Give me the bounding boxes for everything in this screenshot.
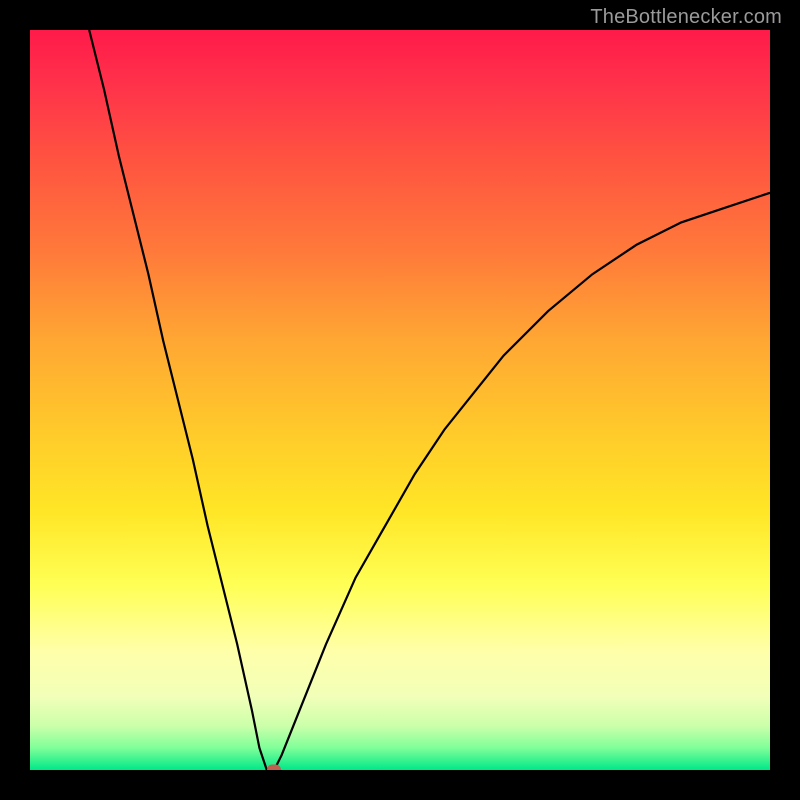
plot-area <box>30 30 770 770</box>
watermark-text: TheBottlenecker.com <box>590 6 782 29</box>
chart-frame: TheBottlenecker.com <box>0 0 800 800</box>
optimal-point-marker <box>267 765 281 771</box>
bottleneck-curve <box>30 30 770 770</box>
